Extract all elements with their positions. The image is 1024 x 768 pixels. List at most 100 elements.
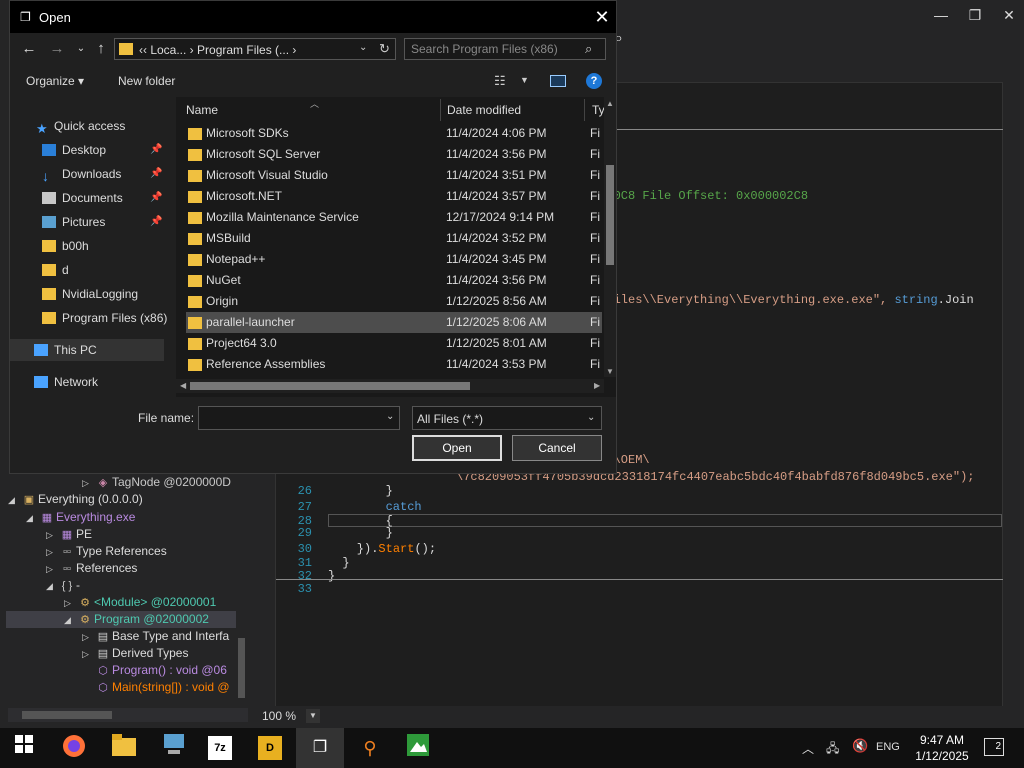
task-view-icon[interactable]: ❐ <box>296 728 344 768</box>
scroll-thumb[interactable] <box>22 711 112 719</box>
nav-item-desktop[interactable]: Desktop 📌 <box>10 139 168 161</box>
pin-icon[interactable]: 📌 <box>150 163 162 185</box>
list-item[interactable]: Microsoft Visual Studio 11/4/2024 3:51 PM… <box>186 165 602 186</box>
column-separator[interactable] <box>584 99 585 121</box>
tree-node[interactable]: ◢{ } - <box>46 577 80 594</box>
chevron-down-icon[interactable]: ⌄ <box>359 42 367 53</box>
collapse-arrow-icon[interactable]: ◢ <box>64 612 76 629</box>
nav-item-pictures[interactable]: Pictures 📌 <box>10 211 168 233</box>
network-app-icon[interactable] <box>160 734 188 762</box>
list-item[interactable]: NuGet 11/4/2024 3:56 PM Fi <box>186 270 602 291</box>
list-item[interactable]: Reference Assemblies 11/4/2024 3:53 PM Fi <box>186 354 602 375</box>
nav-item-documents[interactable]: Documents 📌 <box>10 187 168 209</box>
up-arrow-icon[interactable]: ↑ <box>90 39 112 59</box>
view-options-icon[interactable]: ☷ <box>494 73 506 89</box>
chevron-down-icon[interactable]: ⌄ <box>587 412 595 423</box>
collapse-arrow-icon[interactable]: ◢ <box>8 492 20 509</box>
list-item[interactable]: Notepad++ 11/4/2024 3:45 PM Fi <box>186 249 602 270</box>
tree-node[interactable]: ⬡ Program() : void @06 <box>94 662 227 679</box>
volume-muted-icon[interactable]: 🔇 <box>852 738 868 754</box>
7zip-icon[interactable]: 7z <box>208 736 232 760</box>
pin-icon[interactable]: 📌 <box>150 211 162 233</box>
list-item[interactable]: MSBuild 11/4/2024 3:52 PM Fi <box>186 228 602 249</box>
file-list-horizontal-scrollbar[interactable]: ◀ ▶ <box>176 379 604 393</box>
collapse-arrow-icon[interactable]: ◢ <box>46 578 58 595</box>
column-separator[interactable] <box>440 99 441 121</box>
scroll-up-icon[interactable]: ▲ <box>606 99 614 108</box>
tree-node[interactable]: ▷ ▦ PE <box>46 526 92 543</box>
file-explorer-icon[interactable] <box>110 734 138 762</box>
nav-item-downloads[interactable]: ↓ Downloads 📌 <box>10 163 168 185</box>
tree-node-selected[interactable]: ◢ ⚙ Program @02000002 <box>6 611 236 628</box>
clock-date[interactable]: 1/12/2025 <box>912 749 972 763</box>
refresh-icon[interactable]: ↻ <box>379 41 390 57</box>
expand-arrow-icon[interactable]: ▷ <box>82 646 94 663</box>
nav-quick-access[interactable]: ★ Quick access <box>10 115 168 137</box>
clock-time[interactable]: 9:47 AM <box>912 733 972 747</box>
column-date-modified[interactable]: Date modified <box>447 103 521 117</box>
new-folder-button[interactable]: New folder <box>118 74 175 88</box>
nav-this-pc[interactable]: This PC <box>10 339 164 361</box>
expand-arrow-icon[interactable]: ▷ <box>64 595 76 612</box>
tree-node[interactable]: ◢ ▦ Everything.exe <box>26 509 135 526</box>
scroll-thumb[interactable] <box>606 165 614 265</box>
chevron-down-icon[interactable]: ▼ <box>520 75 529 85</box>
tree-node[interactable]: ▷ ◈ TagNode @0200000D <box>82 474 231 491</box>
pin-icon[interactable]: 📌 <box>150 139 162 161</box>
expand-arrow-icon[interactable]: ▷ <box>46 544 58 561</box>
search-box[interactable]: ⌕ <box>404 38 606 60</box>
dialog-close-button[interactable]: ✕ <box>590 5 614 29</box>
zoom-dropdown-icon[interactable]: ▼ <box>306 709 320 723</box>
recent-chevron-icon[interactable]: ⌄ <box>70 39 92 59</box>
firefox-icon[interactable] <box>60 734 88 762</box>
scroll-thumb[interactable] <box>190 382 470 390</box>
collapse-arrow-icon[interactable]: ◢ <box>26 510 38 527</box>
dnspy-icon[interactable]: D <box>258 736 282 760</box>
tree-node[interactable]: ▷ ▤ Base Type and Interfa <box>82 628 229 645</box>
tree-horizontal-scrollbar[interactable] <box>8 708 248 722</box>
tree-node[interactable]: ▷ ▫▫ Type References <box>46 543 167 560</box>
list-item-selected[interactable]: parallel-launcher 1/12/2025 8:06 AM Fi <box>186 312 602 333</box>
expand-arrow-icon[interactable]: ▷ <box>82 475 94 492</box>
back-arrow-icon[interactable]: ← <box>18 39 40 59</box>
column-type[interactable]: Ty <box>592 103 605 117</box>
nav-item-b00h[interactable]: b00h <box>10 235 168 257</box>
expand-arrow-icon[interactable]: ▷ <box>46 527 58 544</box>
preview-pane-icon[interactable] <box>550 75 566 87</box>
close-button[interactable]: ✕ <box>994 4 1024 26</box>
minimize-button[interactable]: — <box>926 4 956 26</box>
column-name[interactable]: Name <box>186 103 218 117</box>
file-list-vertical-scrollbar[interactable]: ▲ ▼ <box>604 97 616 377</box>
tree-node[interactable]: ▷ ⚙ <Module> @02000001 <box>64 594 216 611</box>
list-item[interactable]: Origin 1/12/2025 8:56 AM Fi <box>186 291 602 312</box>
expand-arrow-icon[interactable]: ▷ <box>82 629 94 646</box>
navigation-pane[interactable]: ★ Quick access Desktop 📌 ↓ Downloads 📌 Docum… <box>10 97 168 397</box>
cancel-button[interactable]: Cancel <box>512 435 602 461</box>
tree-node[interactable]: ◢ ▣ Everything (0.0.0.0) <box>8 491 143 508</box>
network-status-icon[interactable]: 🖧 <box>826 739 839 760</box>
list-item[interactable]: Microsoft SQL Server 11/4/2024 3:56 PM Fi <box>186 144 602 165</box>
chevron-down-icon[interactable]: ⌄ <box>386 411 394 422</box>
search-input[interactable] <box>405 39 581 59</box>
scroll-down-icon[interactable]: ▼ <box>606 367 614 376</box>
pin-icon[interactable]: 📌 <box>150 187 162 209</box>
windows-start-icon[interactable] <box>10 734 38 762</box>
list-item[interactable]: Microsoft SDKs 11/4/2024 4:06 PM Fi <box>186 123 602 144</box>
list-item[interactable]: Mozilla Maintenance Service 12/17/2024 9:… <box>186 207 602 228</box>
nav-network[interactable]: Network <box>10 371 168 393</box>
file-name-input[interactable] <box>198 406 400 430</box>
scroll-left-icon[interactable]: ◀ <box>180 381 186 390</box>
address-bar[interactable]: ‹‹ Loca... › Program Files (... › ⌄ ↻ <box>114 38 396 60</box>
search-icon[interactable]: ⌕ <box>585 41 592 57</box>
list-item[interactable]: Microsoft.NET 11/4/2024 3:57 PM Fi <box>186 186 602 207</box>
file-list[interactable]: ︿ Name Date modified Ty Microsoft SDKs 11… <box>176 97 616 397</box>
address-path[interactable]: ‹‹ Loca... › Program Files (... › <box>139 43 296 57</box>
scroll-right-icon[interactable]: ▶ <box>594 381 600 390</box>
search-icon[interactable]: ⌕ <box>614 30 638 50</box>
organize-button[interactable]: Organize ▾ <box>26 74 84 88</box>
assembly-tree[interactable]: ▷ ◈ TagNode @0200000D ◢ ▣ Everything (0.0.0.… <box>6 472 250 708</box>
notification-center-icon[interactable]: 2 <box>984 738 1004 756</box>
tree-node[interactable]: ▷ ▤ Derived Types <box>82 645 188 662</box>
search-app-icon[interactable]: ⚲ <box>356 734 384 762</box>
list-item[interactable]: Project64 3.0 1/12/2025 8:01 AM Fi <box>186 333 602 354</box>
